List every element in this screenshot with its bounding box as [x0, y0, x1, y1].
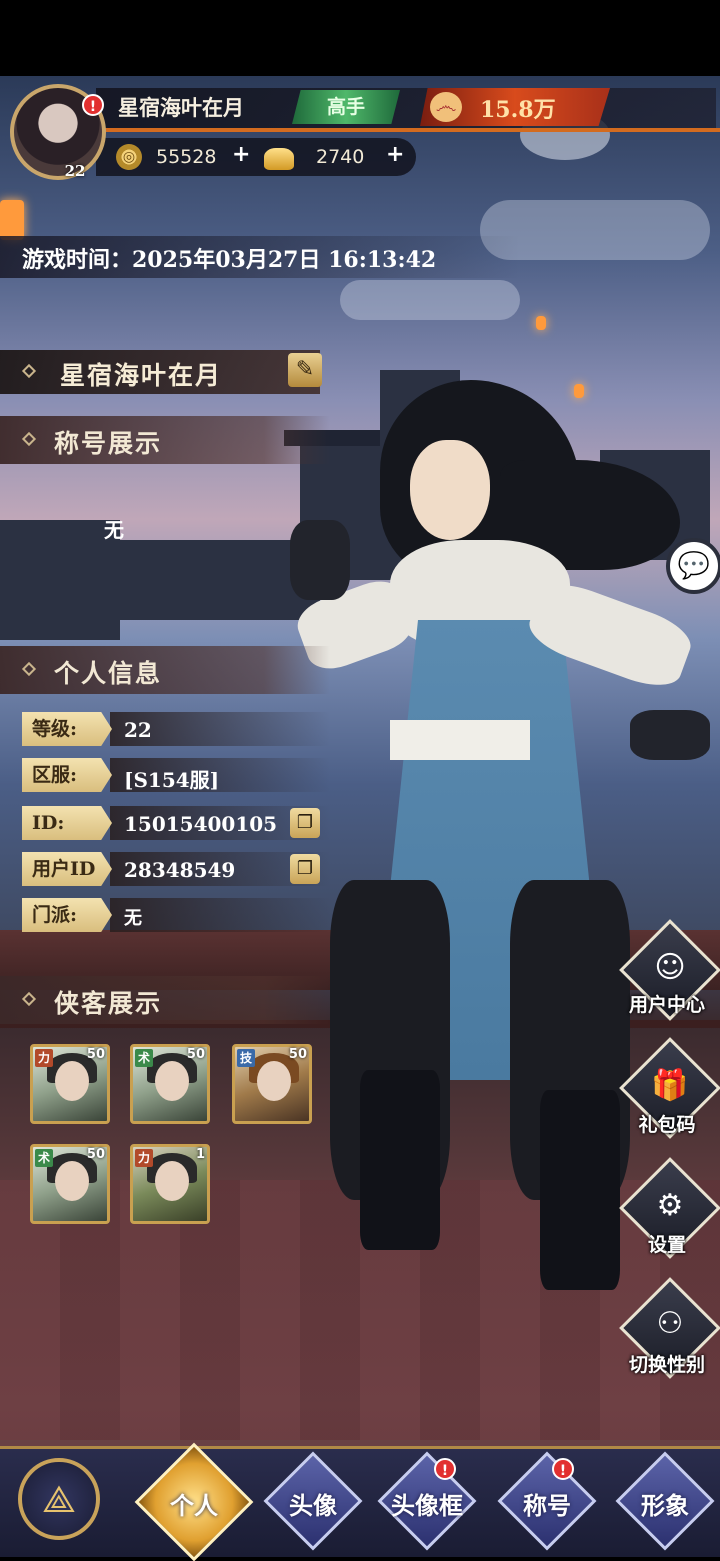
avatar-level: 22	[64, 162, 86, 180]
tab-title-alert: !	[552, 1458, 574, 1480]
server-value: [S154服]	[124, 768, 220, 792]
cloud	[340, 280, 520, 320]
coin-amount: 55528	[156, 146, 217, 168]
profile-name: 星宿海叶在月	[60, 361, 223, 390]
heroes-section-label: 侠客展示	[54, 989, 163, 1018]
title-value: 无	[104, 518, 124, 542]
add-ingots-button[interactable]: +	[386, 142, 404, 167]
level-label: 等级:	[22, 712, 112, 746]
settings-label: 设置	[647, 1234, 686, 1256]
hero-card[interactable]: 力 1	[130, 1144, 210, 1224]
sect-label: 门派:	[22, 898, 112, 932]
diamond-icon	[21, 991, 37, 1007]
id-label: ID:	[22, 806, 112, 840]
lantern	[536, 316, 546, 330]
server-label: 区服:	[22, 758, 112, 792]
chat-button[interactable]: 💬	[666, 538, 720, 594]
level-value: 22	[124, 718, 152, 742]
add-coins-button[interactable]: +	[232, 142, 250, 167]
game-time-text: 游戏时间：2025年03月27日 16:13:42	[22, 247, 437, 273]
gear-icon: ⚙	[656, 1188, 684, 1223]
copy-user-id-button[interactable]: ❐	[290, 854, 320, 884]
power-icon: ෴	[430, 92, 462, 122]
user-id-label: 用户ID	[22, 852, 112, 886]
switch-gender-label: 切换性别	[628, 1354, 705, 1376]
tab-title-label: 称号	[523, 1491, 571, 1520]
player-name: 星宿海叶在月	[118, 95, 244, 120]
hero-level: 50	[86, 1147, 105, 1162]
hero-class-tag: 术	[135, 1049, 153, 1067]
edit-name-button[interactable]: ✎	[288, 353, 322, 387]
hero-class-tag: 术	[35, 1149, 53, 1167]
temple-building	[0, 520, 120, 640]
tab-avatar-frame-label: 头像框	[391, 1491, 463, 1520]
hero-class-tag: 力	[35, 1049, 53, 1067]
tab-avatar-label: 头像	[289, 1491, 337, 1520]
hero-card[interactable]: 术 50	[130, 1044, 210, 1124]
heroes-section-header: 侠客展示	[0, 976, 330, 1024]
tab-profile-label: 个人	[170, 1491, 218, 1520]
hero-level: 50	[186, 1047, 205, 1062]
ingot-amount: 2740	[316, 146, 365, 168]
combat-power-value: 15.8万	[480, 97, 556, 123]
coin-icon: ◎	[116, 144, 142, 170]
game-time-bar: 游戏时间：2025年03月27日 16:13:42	[0, 236, 520, 278]
user-id-value: 28348549	[124, 858, 236, 882]
ingot-icon	[264, 148, 294, 170]
avatar-alert-badge: !	[82, 94, 104, 116]
hero-class-tag: 力	[135, 1149, 153, 1167]
name-section: 星宿海叶在月	[0, 350, 320, 394]
info-row-bg	[110, 898, 330, 932]
tab-appearance-label: 形象	[641, 1491, 689, 1520]
hero-level: 1	[195, 1147, 205, 1162]
character-illustration	[290, 370, 720, 1290]
info-section-label: 个人信息	[54, 659, 163, 688]
user-icon: ☺	[654, 950, 686, 985]
resource-bar	[96, 138, 416, 176]
user-center-label: 用户中心	[628, 994, 705, 1016]
rank-badge: 高手	[292, 90, 400, 124]
tab-avatar-frame-alert: !	[434, 1458, 456, 1480]
title-section-label: 称号展示	[54, 429, 163, 458]
sect-value: 无	[124, 908, 142, 929]
hero-card[interactable]: 技 50	[232, 1044, 312, 1124]
title-section-header: 称号展示	[0, 416, 330, 464]
diamond-icon	[21, 363, 37, 379]
hero-card[interactable]: 术 50	[30, 1144, 110, 1224]
lantern	[0, 200, 24, 240]
menu-logo-button[interactable]: ⟁	[18, 1458, 100, 1540]
diamond-icon	[21, 431, 37, 447]
gift-code-label: 礼包码	[638, 1114, 696, 1136]
gender-switch-icon: ⚇	[656, 1306, 684, 1341]
gift-icon: 🎁	[651, 1068, 689, 1103]
hero-class-tag: 技	[237, 1049, 255, 1067]
info-section-header: 个人信息	[0, 646, 330, 694]
diamond-icon	[21, 661, 37, 677]
hero-card[interactable]: 力 50	[30, 1044, 110, 1124]
top-accent-line	[96, 128, 720, 132]
copy-id-button[interactable]: ❐	[290, 808, 320, 838]
hero-level: 50	[288, 1047, 307, 1062]
id-value: 15015400105	[124, 812, 278, 836]
hero-level: 50	[86, 1047, 105, 1062]
